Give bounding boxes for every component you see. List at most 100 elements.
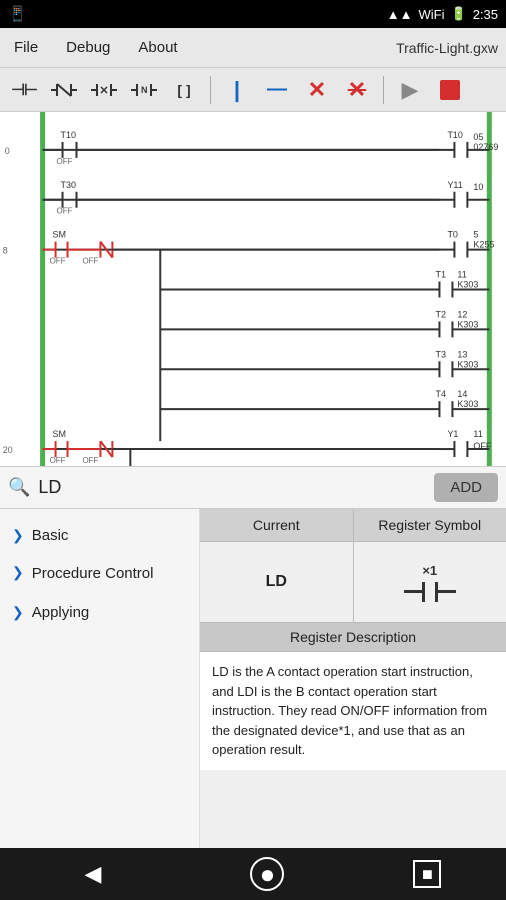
svg-text:T3: T3 (435, 349, 445, 359)
reg-line-right (438, 590, 456, 593)
search-icon: 🔍 (8, 477, 30, 498)
svg-text:SM: SM (53, 230, 66, 240)
reg-line-left (404, 590, 422, 593)
reg-bar-left (422, 582, 425, 602)
status-right: ▲▲ WiFi 🔋 2:35 (387, 6, 498, 22)
svg-text:K303: K303 (457, 319, 478, 329)
status-left: 📱 (8, 5, 27, 23)
ladder-diagram: 0 T10 OFF T10 05 02769 T30 OFF Y11 10 (0, 112, 506, 467)
chevron-right-icon: ❯ (12, 527, 24, 544)
panel-header: Current Register Symbol (200, 509, 506, 542)
svg-text:T2: T2 (435, 309, 445, 319)
svg-text:OFF: OFF (50, 456, 66, 465)
bottom-panel: ❯ Basic ❯ Procedure Control ❯ Applying C… (0, 509, 506, 879)
debug-menu[interactable]: Debug (60, 35, 116, 60)
current-instruction: LD (200, 542, 354, 622)
svg-text:OFF: OFF (50, 257, 66, 266)
register-description-header: Register Description (200, 623, 506, 652)
about-menu[interactable]: About (132, 35, 183, 60)
register-symbol: ×1 (404, 563, 456, 602)
back-button[interactable]: ◀ (65, 853, 122, 895)
contact-p-button[interactable] (86, 73, 122, 107)
register-symbol-label: ×1 (422, 563, 437, 578)
square-button[interactable]: ■ (413, 860, 441, 888)
sidebar-item-applying[interactable]: ❯ Applying (0, 594, 199, 631)
function-button[interactable]: [ ] (166, 73, 202, 107)
svg-text:T1: T1 (435, 270, 445, 280)
svg-text:5: 5 (473, 230, 478, 240)
sidebar-item-label-basic: Basic (32, 527, 69, 544)
svg-text:OFF: OFF (57, 157, 73, 166)
svg-text:20: 20 (3, 445, 13, 455)
svg-text:OFF: OFF (57, 207, 73, 216)
svg-text:14: 14 (457, 389, 467, 399)
ladder-svg: 0 T10 OFF T10 05 02769 T30 OFF Y11 10 (0, 112, 506, 466)
svg-text:N: N (141, 85, 148, 95)
contact-no-button[interactable]: ⊣⊢ (6, 73, 42, 107)
svg-text:T4: T4 (435, 389, 445, 399)
stop-button[interactable] (432, 73, 468, 107)
svg-text:11: 11 (473, 429, 482, 439)
register-symbol-graphic (404, 582, 456, 602)
chevron-right-icon-2: ❯ (12, 564, 24, 581)
home-button[interactable]: ● (250, 857, 284, 891)
sidebar: ❯ Basic ❯ Procedure Control ❯ Applying (0, 509, 200, 879)
sidebar-item-basic[interactable]: ❯ Basic (0, 517, 199, 554)
contact-n-button[interactable]: N (126, 73, 162, 107)
chevron-right-icon-3: ❯ (12, 604, 24, 621)
phone-icon: 📱 (8, 5, 27, 23)
file-title: Traffic-Light.gxw (396, 40, 498, 56)
delete-x2-button[interactable]: ✕ (339, 73, 375, 107)
svg-text:K255: K255 (473, 240, 494, 250)
svg-text:T0: T0 (447, 230, 457, 240)
svg-text:K303: K303 (457, 399, 478, 409)
sidebar-item-label-applying: Applying (32, 604, 90, 621)
nav-bar: ◀ ● ■ (0, 848, 506, 900)
toolbar-sep-1 (210, 76, 211, 104)
svg-text:OFF: OFF (473, 441, 491, 451)
toolbar: ⊣⊢ N [ ] | — ✕ ✕ ▶ (0, 68, 506, 112)
svg-text:OFF: OFF (82, 456, 98, 465)
register-description-body: LD is the A contact operation start inst… (200, 652, 506, 770)
time-display: 2:35 (473, 7, 498, 22)
svg-text:13: 13 (457, 349, 467, 359)
svg-text:12: 12 (457, 309, 467, 319)
svg-text:T10: T10 (61, 130, 76, 140)
search-input[interactable] (38, 477, 426, 498)
sidebar-item-label-procedure: Procedure Control (32, 564, 154, 584)
svg-text:0: 0 (5, 146, 10, 156)
status-bar: 📱 ▲▲ WiFi 🔋 2:35 (0, 0, 506, 28)
svg-text:11: 11 (457, 270, 466, 280)
delete-x1-button[interactable]: ✕ (299, 73, 335, 107)
svg-text:8: 8 (3, 246, 8, 256)
file-menu[interactable]: File (8, 35, 44, 60)
svg-text:Y11: Y11 (447, 180, 462, 190)
horizontal-line-button[interactable]: — (259, 73, 295, 107)
sidebar-item-procedure-control[interactable]: ❯ Procedure Control (0, 554, 199, 594)
register-symbol-header: Register Symbol (354, 509, 506, 541)
add-button[interactable]: ADD (434, 473, 498, 502)
wifi-icon: WiFi (419, 7, 445, 22)
svg-text:10: 10 (473, 182, 483, 192)
svg-text:OFF: OFF (82, 257, 98, 266)
svg-text:SM: SM (53, 429, 66, 439)
search-bar: 🔍 ADD (0, 467, 506, 509)
current-header: Current (200, 509, 354, 541)
panel-body: LD ×1 (200, 542, 506, 623)
svg-text:05: 05 (473, 132, 483, 142)
svg-text:Y1: Y1 (447, 429, 458, 439)
svg-text:K303: K303 (457, 359, 478, 369)
svg-text:02769: 02769 (473, 142, 498, 152)
menu-bar: File Debug About Traffic-Light.gxw (0, 28, 506, 68)
right-panel: Current Register Symbol LD ×1 (200, 509, 506, 879)
play-button[interactable]: ▶ (392, 73, 428, 107)
svg-text:T10: T10 (447, 130, 462, 140)
toolbar-sep-2 (383, 76, 384, 104)
contact-nc-button[interactable] (46, 73, 82, 107)
signal-icon: ▲▲ (387, 7, 413, 22)
svg-text:K303: K303 (457, 280, 478, 290)
battery-icon: 🔋 (451, 6, 467, 22)
register-symbol-display: ×1 (354, 542, 506, 622)
svg-text:T30: T30 (61, 180, 76, 190)
vertical-line-button[interactable]: | (219, 73, 255, 107)
